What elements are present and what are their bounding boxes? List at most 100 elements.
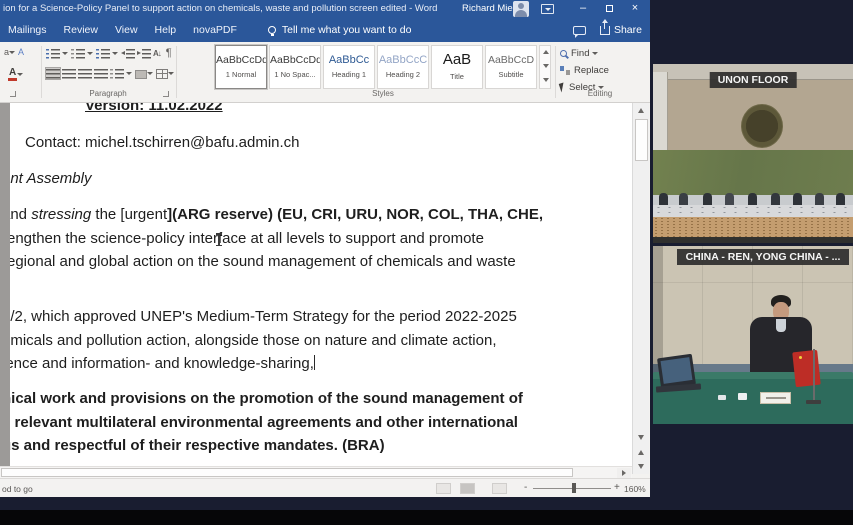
restore-icon (606, 5, 613, 12)
floor-bottom-edge (653, 237, 853, 243)
floor-label-badge: UNON FLOOR (710, 72, 797, 88)
replace-button[interactable]: Replace (560, 64, 612, 77)
flag-star-icon (799, 356, 802, 359)
doc-assembly-line: ent Assembly (10, 167, 91, 191)
wood-desk-front (653, 217, 853, 237)
flag-pole (813, 349, 815, 402)
gallery-up-icon[interactable] (543, 50, 549, 54)
borders-icon[interactable] (156, 69, 168, 79)
speaker-shirt (776, 319, 786, 332)
style-heading2[interactable]: AaBbCcC Heading 2 (377, 45, 429, 89)
scroll-up-button[interactable] (634, 104, 649, 117)
scroll-down-button[interactable] (634, 431, 649, 444)
name-placard (760, 392, 791, 404)
ribbon-display-options-icon[interactable] (541, 4, 554, 14)
comments-icon[interactable] (573, 26, 586, 35)
share-icon (600, 26, 610, 35)
word-window: ion for a Science-Policy Panel to suppor… (0, 0, 650, 497)
find-button[interactable]: Find (560, 47, 601, 60)
window-title: ion for a Science-Policy Panel to suppor… (3, 3, 437, 14)
minimize-button[interactable]: – (572, 0, 594, 18)
shading-icon[interactable] (135, 70, 147, 79)
document-page[interactable]: Version: 11.02.2022 Contact: michel.tsch… (10, 103, 632, 466)
horizontal-scrollbar[interactable] (0, 466, 632, 478)
tab-view[interactable]: View (115, 24, 138, 36)
avatar-head-icon (518, 3, 524, 9)
style-no-spacing[interactable]: AaBbCcDd 1 No Spac... (269, 45, 321, 89)
speaker-label-badge: CHINA - REN, YONG CHINA - ... (677, 249, 849, 265)
tell-me-label: Tell me what you want to do (282, 24, 412, 36)
numbering-icon[interactable] (71, 48, 85, 59)
decrease-indent-icon[interactable] (121, 48, 135, 59)
video-panel-speaker[interactable]: CHINA - REN, YONG CHINA - ... (653, 246, 853, 424)
font-group-row2: A (8, 68, 26, 81)
clear-formatting-icon[interactable]: A (18, 47, 24, 57)
tell-me-box[interactable]: Tell me what you want to do (268, 24, 412, 36)
avatar[interactable] (513, 1, 529, 17)
delegates-desk (653, 205, 853, 217)
avatar-body-icon (515, 10, 527, 17)
style-heading1[interactable]: AaBbCc Heading 1 (323, 45, 375, 89)
editing-group-label: Editing (558, 89, 642, 98)
multilevel-list-icon[interactable] (96, 48, 110, 59)
gallery-more-icon[interactable] (543, 78, 549, 82)
status-bar: od to go - + 160% (0, 478, 650, 497)
paragraph-group-row2 (46, 68, 177, 79)
share-button[interactable]: Share (614, 24, 642, 36)
tab-novapdf[interactable]: novaPDF (193, 24, 237, 36)
font-color-icon[interactable]: A (8, 68, 17, 81)
video-panel-floor[interactable]: UNON FLOOR (653, 64, 853, 243)
tab-mailings[interactable]: Mailings (8, 24, 47, 36)
zoom-slider[interactable] (533, 488, 611, 489)
close-button[interactable]: × (624, 0, 646, 18)
mouse-ibeam-cursor (218, 233, 220, 246)
tab-review[interactable]: Review (64, 24, 98, 36)
sort-icon[interactable]: A↓ (153, 49, 161, 58)
floor-side-screen (653, 72, 668, 152)
lightbulb-icon (268, 26, 276, 34)
pilcrow-icon[interactable]: ¶ (166, 47, 172, 59)
font-dialog-launcher-icon[interactable] (10, 91, 16, 97)
gallery-down-icon[interactable] (543, 64, 549, 68)
paragraph-dialog-launcher-icon[interactable] (163, 91, 169, 97)
paragraph-group-row1: A↓ ¶ (46, 47, 172, 59)
web-layout-button[interactable] (492, 483, 507, 494)
restore-button[interactable] (598, 0, 620, 18)
paragraph-group-label: Paragraph (46, 89, 170, 98)
previous-page-button[interactable] (634, 446, 649, 459)
doc-paragraph-1: and stressing the [urgent](ARG reserve) … (10, 203, 543, 274)
vertical-scroll-thumb[interactable] (635, 119, 648, 161)
justify-icon[interactable] (94, 68, 108, 79)
scroll-right-button[interactable] (617, 468, 631, 478)
zoom-in-button[interactable]: + (614, 482, 620, 493)
style-subtitle[interactable]: AaBbCcD Subtitle (485, 45, 537, 89)
search-icon (560, 50, 567, 57)
horizontal-scroll-thumb[interactable] (1, 468, 573, 477)
align-right-icon[interactable] (78, 68, 92, 79)
bullets-icon[interactable] (46, 48, 60, 59)
styles-gallery-scroll[interactable] (539, 45, 551, 89)
read-mode-button[interactable] (436, 483, 451, 494)
cup (738, 393, 747, 400)
status-text: od to go (2, 484, 33, 494)
line-spacing-icon[interactable] (110, 68, 124, 79)
flag-base (806, 400, 821, 404)
zoom-slider-thumb[interactable] (572, 483, 576, 493)
style-normal[interactable]: AaBbCcDd 1 Normal (215, 45, 267, 89)
china-flag-icon (792, 350, 821, 387)
replace-icon (560, 66, 570, 75)
styles-group-label: Styles (215, 89, 551, 98)
align-center-icon[interactable] (62, 68, 76, 79)
zoom-level[interactable]: 160% (624, 484, 646, 494)
next-page-button[interactable] (634, 460, 649, 473)
title-bar: ion for a Science-Policy Panel to suppor… (0, 0, 650, 18)
align-left-icon[interactable] (46, 68, 60, 79)
vertical-scrollbar[interactable] (632, 103, 649, 474)
print-layout-button[interactable] (460, 483, 475, 494)
increase-indent-icon[interactable] (137, 48, 151, 59)
bottom-black-bar (0, 510, 853, 525)
zoom-out-button[interactable]: - (524, 482, 527, 493)
tab-help[interactable]: Help (155, 24, 177, 36)
laptop-screen (661, 357, 693, 384)
style-title[interactable]: AaB Title (431, 45, 483, 89)
